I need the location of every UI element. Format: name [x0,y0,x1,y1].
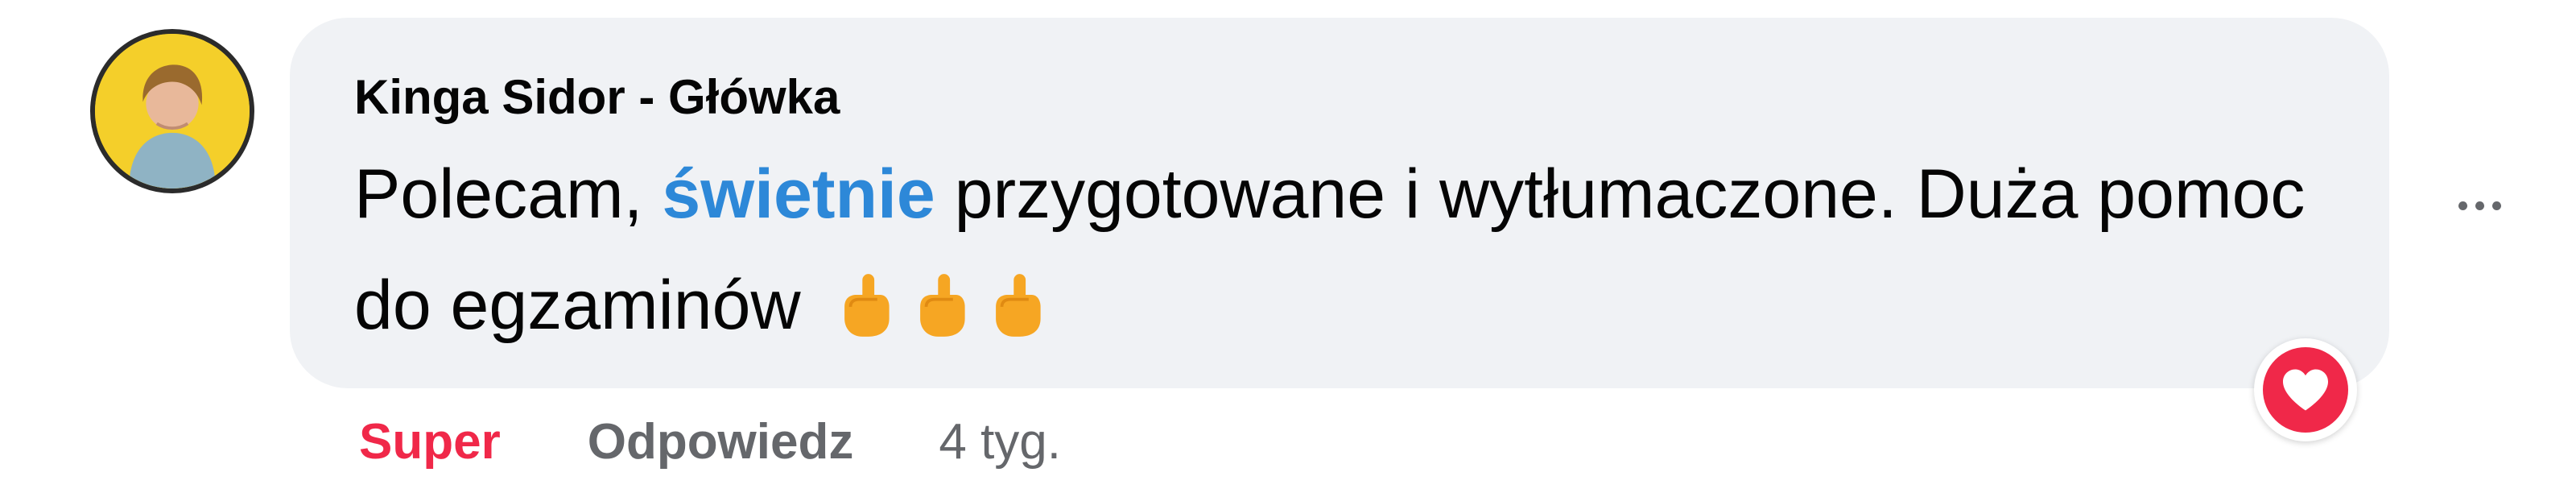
like-button[interactable]: Super [359,413,501,470]
reply-button[interactable]: Odpowiedz [588,413,854,470]
comment-actions: Super Odpowiedz 4 tyg. [359,409,1061,474]
comment: Kinga Sidor - Główka Polecam, świetnie p… [0,0,2576,493]
more-dot-icon [2475,201,2484,210]
heart-icon [2283,369,2328,411]
more-dot-icon [2491,201,2501,210]
raised-hand-emoji-icon [911,271,971,340]
comment-text: Polecam, świetnie przygotowane i wytłuma… [354,139,2318,361]
avatar-photo [95,34,250,188]
more-dot-icon [2458,201,2467,210]
comment-bubble: Kinga Sidor - Główka Polecam, świetnie p… [290,18,2389,388]
mention-link[interactable]: świetnie [662,155,935,233]
more-options-button[interactable] [2439,181,2520,230]
raised-hand-emoji-icon [836,271,895,340]
comment-timestamp[interactable]: 4 tyg. [939,413,1061,470]
heart-reaction [2263,347,2348,433]
avatar[interactable] [90,29,254,193]
comment-author[interactable]: Kinga Sidor - Główka [354,69,840,125]
reaction-count-badge[interactable] [2254,338,2357,441]
comment-text-start: Polecam, [354,155,663,233]
raised-hand-emoji-icon [987,271,1046,340]
